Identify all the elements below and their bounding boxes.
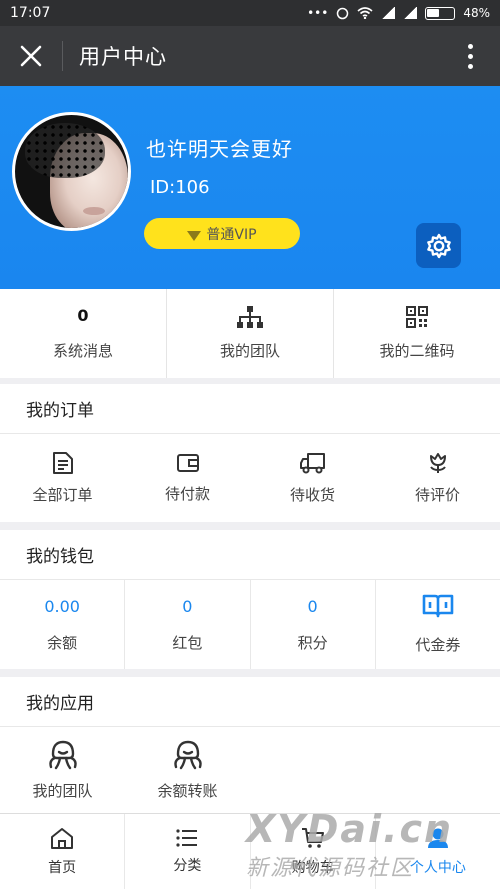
tab-category[interactable]: 分类 bbox=[125, 814, 251, 889]
alarm-icon bbox=[337, 7, 349, 19]
avatar-lip bbox=[83, 207, 105, 215]
wifi-icon bbox=[357, 7, 373, 19]
order-label: 待付款 bbox=[164, 484, 210, 503]
notification-dots-icon: ••• bbox=[307, 6, 329, 20]
more-dot bbox=[467, 53, 473, 59]
quick-link-qrcode[interactable]: 我的二维码 bbox=[334, 289, 500, 378]
quick-link-label: 我的团队 bbox=[219, 342, 280, 360]
home-icon bbox=[51, 827, 74, 849]
status-time: 17:07 bbox=[10, 5, 51, 21]
wallet-icon bbox=[176, 453, 199, 472]
app-label: 我的团队 bbox=[32, 781, 93, 800]
section-title: 我的应用 bbox=[26, 694, 94, 714]
qrcode-icon bbox=[406, 306, 428, 328]
order-pending-payment[interactable]: 待付款 bbox=[125, 434, 250, 522]
more-dot bbox=[467, 43, 473, 49]
diamond-icon bbox=[187, 230, 202, 241]
app-label: 余额转账 bbox=[157, 781, 218, 800]
tab-label: 首页 bbox=[48, 859, 77, 876]
battery-percent: 48% bbox=[463, 6, 490, 20]
battery-icon bbox=[425, 6, 456, 20]
app-my-team[interactable]: 我的团队 bbox=[0, 727, 125, 813]
section-title: 我的钱包 bbox=[26, 547, 94, 567]
user-icon bbox=[427, 828, 448, 848]
truck-icon bbox=[299, 452, 325, 473]
bottom-tab-bar: 首页 分类 购物车 个人中心 bbox=[0, 813, 500, 889]
tab-profile[interactable]: 个人中心 bbox=[376, 814, 500, 889]
org-chart-icon bbox=[237, 306, 263, 328]
gear-icon bbox=[426, 233, 451, 258]
profile-header bbox=[0, 86, 500, 289]
title-separator bbox=[62, 41, 63, 71]
document-icon bbox=[52, 451, 73, 474]
wallet-value: 0 bbox=[307, 596, 318, 616]
order-all[interactable]: 全部订单 bbox=[0, 434, 125, 522]
quick-links: 0 系统消息 我的团队 我的二维码 bbox=[0, 289, 500, 378]
vip-badge[interactable]: 普通VIP bbox=[144, 218, 300, 249]
orders-grid: 全部订单 待付款 待收货 待评价 bbox=[0, 434, 500, 522]
quick-link-messages[interactable]: 0 系统消息 bbox=[0, 289, 167, 378]
tab-cart[interactable]: 购物车 bbox=[251, 814, 376, 889]
user-id: ID:106 bbox=[150, 177, 210, 198]
wallet-label: 积分 bbox=[297, 633, 328, 652]
user-nickname: 也许明天会更好 bbox=[146, 137, 293, 161]
title-bar: 用户中心 bbox=[0, 26, 500, 86]
order-label: 待收货 bbox=[289, 485, 335, 504]
section-title: 我的订单 bbox=[26, 401, 94, 421]
status-icons: ••• 48% bbox=[307, 6, 490, 20]
quick-link-label: 我的二维码 bbox=[379, 342, 455, 360]
settings-button[interactable] bbox=[416, 223, 461, 268]
messages-count: 0 bbox=[77, 306, 89, 325]
order-pending-receipt[interactable]: 待收货 bbox=[250, 434, 375, 522]
signal-1-icon bbox=[381, 7, 396, 19]
wallet-value: 0 bbox=[182, 596, 193, 616]
signal-2-icon bbox=[403, 7, 418, 19]
avatar-veil bbox=[25, 123, 105, 178]
tab-label: 分类 bbox=[173, 857, 202, 874]
wallet-header: 我的钱包 bbox=[0, 530, 500, 580]
orders-header[interactable]: 我的订单 bbox=[0, 384, 500, 434]
octopus-icon bbox=[173, 740, 202, 769]
close-icon bbox=[20, 45, 42, 67]
order-label: 全部订单 bbox=[32, 485, 93, 504]
more-menu-button[interactable] bbox=[440, 43, 500, 69]
avatar[interactable] bbox=[12, 112, 131, 231]
wallet-balance[interactable]: 0.00 余额 bbox=[0, 580, 126, 669]
apps-header: 我的应用 bbox=[0, 677, 500, 727]
wallet-grid: 0.00 余额 0 红包 0 积分 代金券 bbox=[0, 580, 500, 669]
apps-grid: 我的团队 余额转账 bbox=[0, 727, 500, 813]
octopus-icon bbox=[48, 740, 77, 769]
book-icon bbox=[422, 594, 454, 618]
wallet-value: 0.00 bbox=[44, 596, 80, 616]
page-title: 用户中心 bbox=[79, 45, 167, 69]
cart-icon bbox=[301, 827, 324, 848]
tab-home[interactable]: 首页 bbox=[0, 814, 126, 889]
close-button[interactable] bbox=[0, 26, 62, 86]
quick-link-team[interactable]: 我的团队 bbox=[167, 289, 334, 378]
order-pending-review[interactable]: 待评价 bbox=[375, 434, 500, 522]
wallet-red-packet[interactable]: 0 红包 bbox=[125, 580, 251, 669]
wallet-label: 余额 bbox=[47, 633, 78, 652]
wallet-points[interactable]: 0 积分 bbox=[251, 580, 376, 669]
list-icon bbox=[176, 828, 198, 847]
wallet-label: 红包 bbox=[172, 633, 203, 652]
vip-label: 普通VIP bbox=[206, 226, 257, 243]
flower-icon bbox=[429, 452, 446, 473]
more-dot bbox=[467, 63, 473, 69]
tab-label: 购物车 bbox=[291, 859, 334, 876]
status-bar: 17:07 ••• 48% bbox=[0, 0, 500, 26]
tab-label: 个人中心 bbox=[409, 859, 466, 876]
order-label: 待评价 bbox=[414, 485, 460, 504]
quick-link-label: 系统消息 bbox=[52, 342, 113, 360]
wallet-vouchers[interactable]: 代金券 bbox=[376, 580, 500, 669]
wallet-label: 代金券 bbox=[415, 636, 461, 654]
app-balance-transfer[interactable]: 余额转账 bbox=[125, 727, 250, 813]
